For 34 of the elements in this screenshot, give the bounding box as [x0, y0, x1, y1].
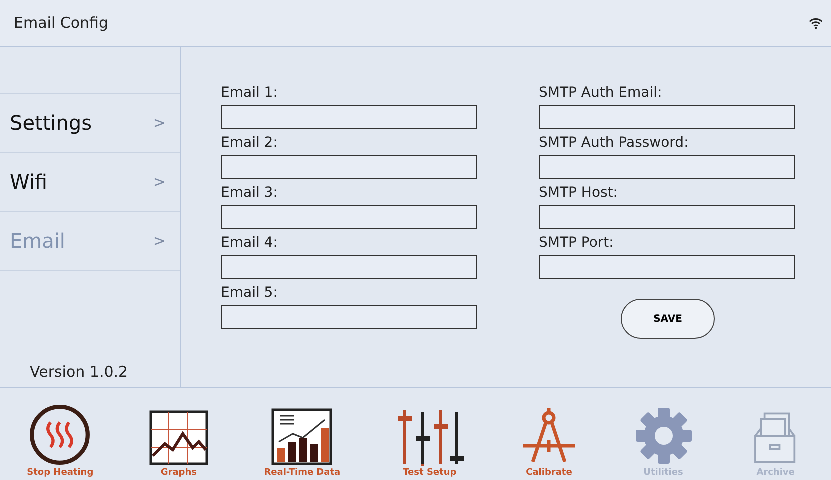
input-field[interactable] — [221, 305, 477, 329]
window-title: Email Config — [14, 14, 109, 32]
version-text: Version 1.0.2 — [29, 363, 130, 383]
field-label: SMTP Auth Password: — [539, 135, 690, 151]
sidebar-item[interactable]: Wifi > — [0, 153, 180, 212]
input-field[interactable] — [221, 255, 477, 279]
save-button[interactable]: SAVE — [621, 299, 715, 339]
field-label: Email 2: — [221, 135, 279, 151]
toolbar-button[interactable]: Test Setup — [394, 406, 465, 478]
input-field[interactable] — [539, 255, 795, 279]
field-label: Email 5: — [221, 285, 279, 301]
field-label: Email 4: — [221, 235, 279, 251]
field-label: Email 1: — [221, 85, 279, 101]
line-graph-icon — [148, 410, 210, 466]
gear-icon — [634, 406, 694, 466]
input-field[interactable] — [221, 205, 477, 229]
input-field[interactable] — [539, 105, 795, 129]
bar-chart-icon — [270, 408, 334, 466]
toolbar-button[interactable]: Stop Heating — [27, 404, 94, 478]
field-label: SMTP Auth Email: — [539, 85, 664, 101]
toolbar-button[interactable]: Calibrate — [519, 406, 580, 478]
field-label: SMTP Port: — [539, 235, 615, 251]
input-field[interactable] — [539, 205, 795, 229]
sidebar-item[interactable]: Settings > — [0, 94, 180, 153]
input-field[interactable] — [221, 155, 477, 179]
toolbar-button[interactable]: Graphs — [148, 410, 210, 478]
toolbar-button[interactable]: Real-Time Data — [264, 408, 341, 478]
input-field[interactable] — [221, 105, 477, 129]
sidebar-item[interactable]: Email > — [0, 212, 180, 271]
wifi-icon — [809, 16, 823, 30]
field-label: SMTP Host: — [539, 185, 620, 201]
field-label: Email 3: — [221, 185, 279, 201]
heat-waves-icon — [29, 404, 92, 466]
input-field[interactable] — [539, 155, 795, 179]
